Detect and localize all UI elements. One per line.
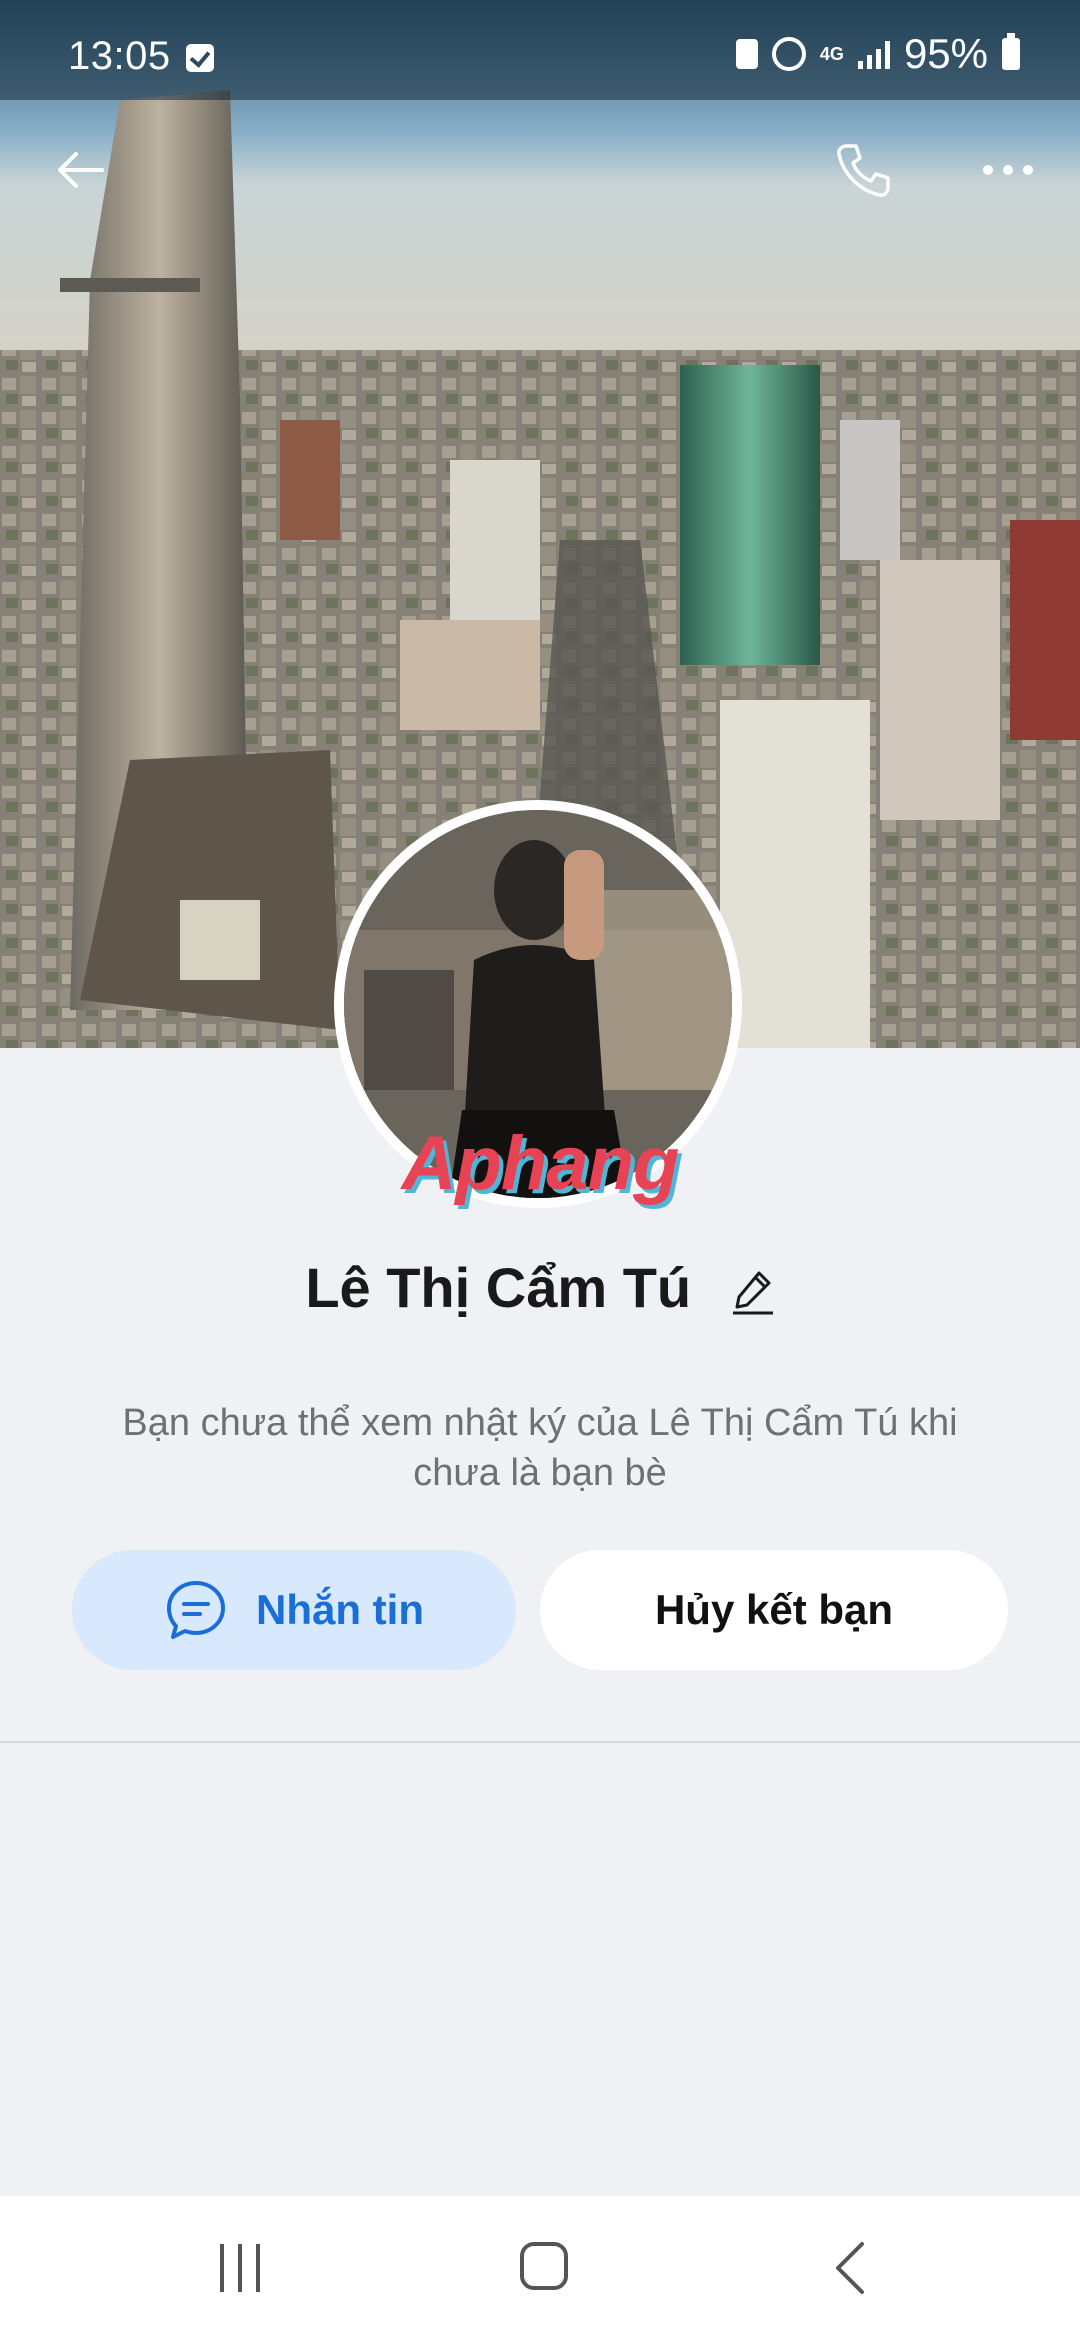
call-button[interactable] [832,138,896,202]
gallery-icon [735,39,758,69]
unfriend-button-label: Hủy kết bạn [654,1586,894,1633]
network-4g-icon: 4G [819,44,844,64]
back-icon[interactable] [826,2240,876,2296]
status-icons: 4G 95% [735,30,1020,78]
system-navigation-bar [0,2196,1080,2340]
home-icon[interactable] [520,2242,568,2290]
arrow-left-icon [58,152,104,188]
chat-bubble-icon [167,1581,225,1639]
section-divider [0,1741,1080,1743]
message-button-label: Nhắn tin [256,1586,424,1633]
more-horizontal-icon [983,165,1033,175]
back-button[interactable] [50,140,110,200]
battery-percentage: 95% [903,30,988,77]
battery-icon [1002,33,1020,70]
signal-icon [857,39,890,69]
status-bar: 13:05 4G 95% [0,0,1080,100]
more-options-button[interactable] [980,150,1036,190]
status-time: 13:05 [68,34,171,78]
check-box-icon [186,44,214,72]
recent-apps-icon[interactable] [220,2240,270,2296]
unfriend-button[interactable]: Hủy kết bạn [540,1550,1008,1670]
phone-icon [837,144,890,197]
edit-name-button[interactable] [731,1263,775,1315]
profile-name-row: Lê Thị Cẩm Tú [0,1250,1080,1320]
alarm-icon [771,37,806,71]
watermark-logo: Aphang [401,1121,680,1206]
message-button[interactable]: Nhắn tin [72,1550,516,1670]
privacy-info-text: Bạn chưa thể xem nhật ký của Lê Thị Cẩm … [122,1402,958,1494]
profile-name: Lê Thị Cẩm Tú [305,1255,692,1319]
pencil-icon [732,1271,773,1315]
